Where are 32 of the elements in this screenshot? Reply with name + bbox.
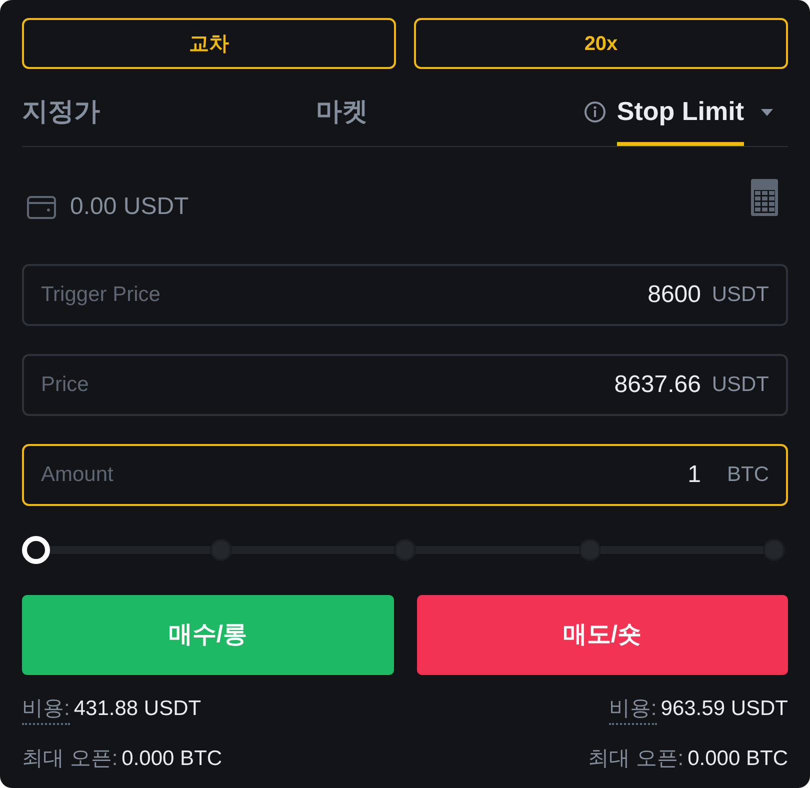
field-label: Price xyxy=(41,372,89,398)
input-field[interactable]: Price 8637.66 USDT xyxy=(22,354,788,416)
info-icon[interactable] xyxy=(584,101,606,123)
leverage-button[interactable]: 20x xyxy=(414,18,788,69)
max-open-label: 최대 오픈: xyxy=(588,746,684,772)
field-value: 1 xyxy=(688,460,701,490)
input-field[interactable]: Trigger Price 8600 USDT xyxy=(22,264,788,326)
unit-label: USDT xyxy=(710,372,769,398)
field-label: Trigger Price xyxy=(41,282,160,308)
field-value: 8600 xyxy=(648,280,701,310)
cost-value: 963.59 USDT xyxy=(660,696,788,722)
order-type-tab[interactable]: 지정가 xyxy=(22,80,100,146)
field-value: 8637.66 xyxy=(614,370,701,400)
cost-label: 비용: xyxy=(608,695,657,725)
wallet-icon xyxy=(27,196,56,218)
field-label: Amount xyxy=(41,462,114,488)
cost-label: 비용: xyxy=(22,695,70,725)
max-open-value: 0.000 BTC xyxy=(688,746,788,772)
input-field[interactable]: Amount 1 BTC xyxy=(22,444,788,506)
unit-label: USDT xyxy=(710,282,769,308)
calculator-icon[interactable] xyxy=(751,179,778,216)
order-type-tab[interactable]: 마켓 xyxy=(316,80,368,146)
balance-amount: 0.00 USDT xyxy=(70,193,189,221)
max-open-value: 0.000 BTC xyxy=(122,746,222,772)
slider-thumb[interactable] xyxy=(22,536,50,564)
margin-mode-button[interactable]: 교차 xyxy=(22,18,396,69)
sell-short-button[interactable]: 매도/숏 xyxy=(416,595,788,675)
max-open-label: 최대 오픈: xyxy=(22,746,118,772)
cost-value: 431.88 USDT xyxy=(74,696,202,722)
unit-label: BTC xyxy=(726,462,769,488)
caret-icon[interactable] xyxy=(761,108,773,116)
order-type-tab[interactable]: Stop Limit xyxy=(616,80,744,146)
